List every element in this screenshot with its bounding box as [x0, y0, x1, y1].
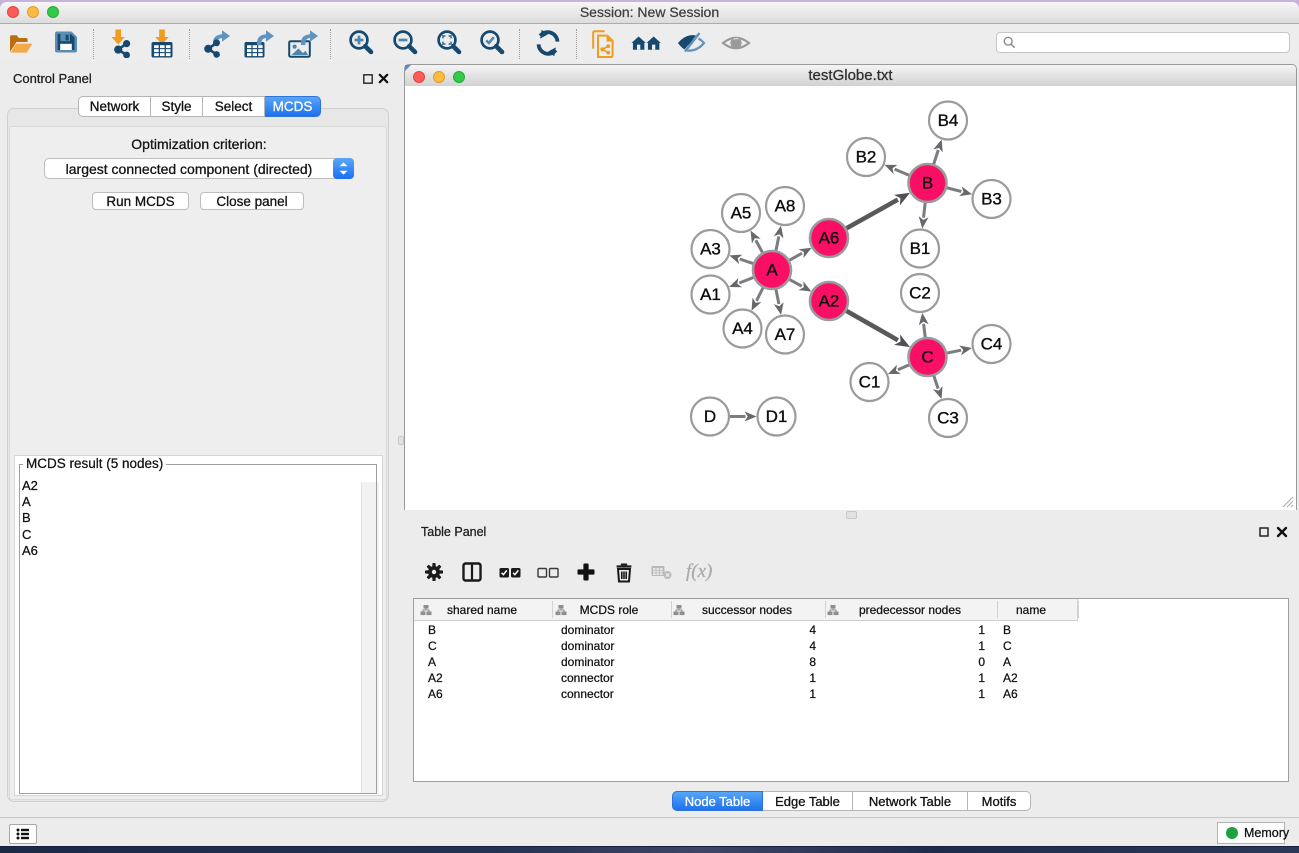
svg-text:B: B: [922, 174, 933, 193]
svg-text:A5: A5: [731, 204, 752, 223]
svg-text:A2: A2: [819, 292, 840, 311]
svg-text:A1: A1: [700, 285, 721, 304]
svg-text:D1: D1: [766, 407, 788, 426]
svg-text:C: C: [921, 348, 933, 367]
svg-text:C3: C3: [937, 409, 959, 428]
svg-text:A6: A6: [819, 229, 840, 248]
svg-text:C1: C1: [859, 373, 881, 392]
svg-text:A4: A4: [732, 319, 753, 338]
svg-text:B4: B4: [938, 111, 959, 130]
svg-text:B2: B2: [856, 148, 877, 167]
svg-text:A: A: [766, 261, 778, 280]
svg-text:C2: C2: [909, 284, 931, 303]
svg-text:D: D: [704, 407, 716, 426]
svg-text:B1: B1: [910, 239, 931, 258]
svg-text:A7: A7: [775, 325, 796, 344]
svg-text:A8: A8: [775, 197, 796, 216]
svg-text:B3: B3: [981, 190, 1002, 209]
svg-text:A3: A3: [700, 240, 721, 259]
svg-text:C4: C4: [981, 335, 1003, 354]
